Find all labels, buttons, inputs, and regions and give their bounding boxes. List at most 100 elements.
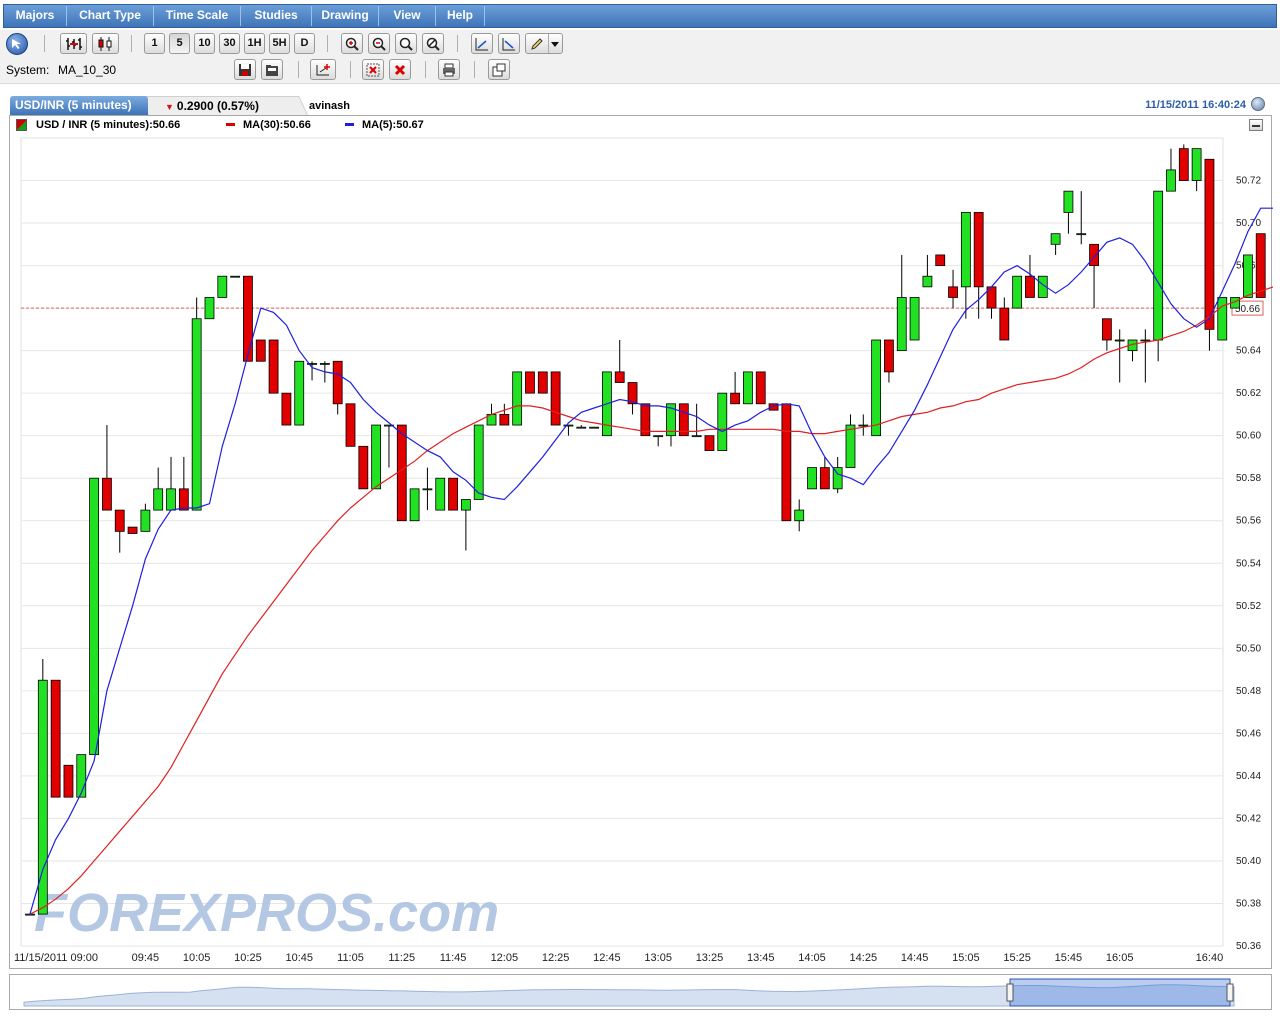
main-toolbar: 1 5 10 30 1H 5H D	[0, 30, 1280, 56]
timestamp: 11/15/2011 16:40:24	[1145, 99, 1246, 111]
add-study-button[interactable]	[310, 59, 336, 80]
menu-chart-type[interactable]: Chart Type	[67, 4, 153, 28]
candle-up	[896, 297, 907, 352]
zoom-in-button[interactable]	[341, 33, 363, 54]
forexpros-watermark: FOREXPROS.com	[34, 883, 499, 943]
candle-up	[960, 212, 971, 288]
x-tick-label: 15:05	[952, 952, 980, 964]
candle-down	[537, 371, 548, 394]
x-tick-label: 15:45	[1055, 952, 1083, 964]
candle-up	[1114, 339, 1125, 342]
interval-1-button[interactable]: 1	[144, 33, 165, 54]
chart-panel[interactable]: 50.36 50.38 50.40 50.42 50.44 50.46 50.48 50.50…	[9, 115, 1273, 970]
zoom-reset-button[interactable]	[422, 33, 444, 54]
delete-all-button[interactable]	[389, 59, 411, 80]
candle-up	[807, 467, 817, 490]
y-tick-label: 50.54	[1236, 558, 1261, 569]
candle-down	[396, 424, 407, 522]
candle-down	[114, 509, 125, 532]
interval-10-button[interactable]: 10	[194, 33, 215, 54]
candlestick-button[interactable]	[92, 33, 119, 54]
legend-ma5-text: MA(5):50.67	[362, 119, 424, 131]
x-tick-label: 11:25	[388, 952, 415, 964]
candle-up	[1217, 297, 1228, 341]
menu-majors[interactable]: Majors	[4, 4, 66, 28]
candle-down	[268, 339, 279, 394]
candle-up	[25, 913, 35, 916]
candle-down	[332, 360, 343, 405]
candle-up	[140, 509, 151, 532]
price-change-value: 0.2900 (0.57%)	[176, 99, 259, 113]
candle-up	[204, 297, 215, 320]
x-tick-label: 12:45	[593, 952, 621, 964]
candle-up	[691, 435, 702, 438]
navigator-right-handle	[1226, 983, 1234, 1002]
menu-time-scale[interactable]: Time Scale	[154, 4, 240, 28]
pointer-cursor-button[interactable]	[6, 33, 28, 55]
menu-view[interactable]: View	[379, 4, 435, 28]
candle-up	[435, 477, 446, 511]
candlestick-icon	[98, 36, 111, 51]
zoom-out-button[interactable]	[368, 33, 390, 54]
y-tick-label: 50.48	[1236, 686, 1261, 697]
candle-down	[102, 477, 112, 511]
system-label: System:	[6, 63, 50, 77]
interval-5-button[interactable]: 5	[169, 33, 190, 54]
interval-30-button[interactable]: 30	[219, 33, 240, 54]
candle-up	[743, 371, 753, 405]
candle-down	[973, 212, 984, 288]
save-system-button[interactable]	[234, 59, 256, 80]
toolbar-separator	[44, 35, 45, 52]
menu-help[interactable]: Help	[436, 4, 484, 28]
toolbar-separator	[457, 35, 458, 52]
ma5-swatch	[345, 122, 354, 126]
time-navigator[interactable]	[9, 974, 1272, 1010]
drawing-line-button[interactable]	[498, 33, 520, 54]
candle-down	[448, 477, 458, 511]
interval-daily-button[interactable]: D	[294, 33, 315, 54]
options-button[interactable]	[1251, 97, 1265, 111]
interval-1h-button[interactable]: 1H	[244, 33, 265, 54]
candle-up	[1153, 190, 1164, 341]
system-value[interactable]: MA_10_30	[58, 63, 116, 77]
x-tick-label: 14:45	[901, 952, 929, 964]
y-tick-label: 50.58	[1236, 473, 1261, 484]
bar-chart-button[interactable]	[60, 33, 87, 54]
candle-up	[409, 488, 420, 522]
add-study-icon	[316, 63, 330, 75]
down-arrow-icon: ▼	[165, 102, 174, 112]
pencil-dropdown-button[interactable]	[525, 33, 563, 54]
ma30-swatch	[226, 122, 235, 126]
toolbar-separator	[131, 35, 132, 52]
zoom-fit-button[interactable]	[395, 33, 417, 54]
interval-5h-button[interactable]: 5H	[269, 33, 290, 54]
y-tick-label: 50.44	[1236, 771, 1261, 782]
tab-usd-inr[interactable]: USD/INR (5 minutes)	[10, 96, 148, 115]
x-tick-label: 14:05	[798, 952, 826, 964]
x-tick-label: 13:05	[644, 952, 672, 964]
magnifier-icon	[399, 37, 413, 51]
minimize-button[interactable]	[1249, 119, 1263, 131]
print-button[interactable]	[438, 59, 460, 80]
remove-drawing-button[interactable]	[362, 59, 384, 80]
navigator-overview[interactable]	[10, 975, 1273, 1011]
delete-icon	[394, 64, 406, 75]
zoom-out-icon	[372, 37, 386, 51]
folder-icon	[266, 64, 278, 76]
open-system-button[interactable]	[261, 59, 283, 80]
candle-down	[550, 371, 561, 426]
x-tick-label: 11/15/2011 09:00	[14, 952, 98, 964]
menu-studies[interactable]: Studies	[241, 4, 311, 28]
detach-window-button[interactable]	[488, 59, 510, 80]
x-tick-label: 09:45	[132, 952, 160, 964]
trendline-button[interactable]	[471, 33, 493, 54]
x-tick-label: 12:05	[491, 952, 519, 964]
candle-up	[294, 360, 305, 426]
candle-up	[460, 499, 471, 511]
candle-up	[1012, 275, 1023, 309]
legend-ma5: MA(5):50.67	[345, 119, 424, 131]
candle-up	[858, 424, 869, 427]
price-chart[interactable]: 50.36 50.38 50.40 50.42 50.44 50.46 50.48 50.50…	[10, 116, 1273, 970]
menu-drawing[interactable]: Drawing	[312, 4, 378, 28]
candle-up	[717, 392, 728, 451]
